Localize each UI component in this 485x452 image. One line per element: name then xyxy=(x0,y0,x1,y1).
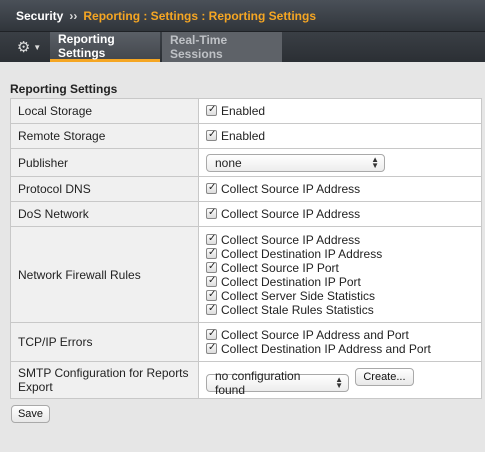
checkbox-label: Collect Destination IP Port xyxy=(221,274,361,289)
protocol-dns-label: Protocol DNS xyxy=(10,176,199,202)
checkbox-label: Collect Source IP Address and Port xyxy=(221,328,409,342)
select-arrows-icon: ▲ ▼ xyxy=(335,375,343,390)
checkbox-label: Collect Server Side Statistics xyxy=(221,288,376,303)
checkbox-label: Collect Source IP Address xyxy=(221,232,361,247)
tcpip-source-checkbox[interactable] xyxy=(206,327,217,341)
settings-table: Local Storage Enabled Remote Storage Ena… xyxy=(10,98,482,399)
checkbox-label: Collect Source IP Address xyxy=(221,182,361,196)
breadcrumb-path: Reporting : Settings : Reporting Setting… xyxy=(83,8,317,23)
smtp-select[interactable]: no configuration found ▲ ▼ xyxy=(206,369,349,397)
tab-real-time-sessions[interactable]: Real-Time Sessions xyxy=(162,32,282,62)
tab-bar: ⚙ ▼ Reporting Settings Real-Time Sessions xyxy=(0,32,485,62)
select-arrows-icon: ▲ ▼ xyxy=(371,154,379,170)
remote-storage-value: Enabled xyxy=(198,123,482,149)
row-remote-storage: Remote Storage Enabled xyxy=(10,123,482,149)
protocol-dns-value: Collect Source IP Address xyxy=(198,176,482,202)
tcpip-dest-checkbox[interactable] xyxy=(206,341,217,355)
row-local-storage: Local Storage Enabled xyxy=(10,98,482,124)
chevron-down-icon: ▼ xyxy=(33,42,42,52)
row-protocol-dns: Protocol DNS Collect Source IP Address xyxy=(10,176,482,202)
local-storage-checkbox[interactable] xyxy=(206,103,217,117)
publisher-value: none ▲ ▼ xyxy=(198,148,482,177)
row-smtp-configuration: SMTP Configuration for Reports Export no… xyxy=(10,361,482,399)
gear-menu-button[interactable]: ⚙ ▼ xyxy=(10,32,48,62)
publisher-label: Publisher xyxy=(10,148,199,177)
checkbox-label: Enabled xyxy=(221,104,266,118)
local-storage-value: Enabled xyxy=(198,98,482,124)
publisher-select-value: none xyxy=(215,155,242,170)
smtp-label-line1: SMTP Configuration for Reports xyxy=(18,366,189,380)
section-title: Reporting Settings xyxy=(10,82,118,96)
smtp-label-line2: Export xyxy=(18,380,53,394)
row-publisher: Publisher none ▲ ▼ xyxy=(10,148,482,177)
checkbox-label: Collect Source IP Address xyxy=(221,207,361,221)
breadcrumb: Security ›› Reporting : Settings : Repor… xyxy=(0,0,485,32)
checkbox-label: Collect Destination IP Address and Port xyxy=(221,342,431,356)
local-storage-label: Local Storage xyxy=(10,98,199,124)
checkbox-label: Enabled xyxy=(221,129,266,143)
publisher-select[interactable]: none ▲ ▼ xyxy=(206,153,385,172)
firewall-stale-rules-checkbox[interactable] xyxy=(206,302,217,316)
dos-network-value: Collect Source IP Address xyxy=(198,201,482,227)
gear-icon: ⚙ xyxy=(16,39,31,56)
firewall-source-ip-checkbox[interactable] xyxy=(206,232,217,246)
firewall-dest-ip-checkbox[interactable] xyxy=(206,246,217,260)
firewall-dest-port-checkbox[interactable] xyxy=(206,274,217,288)
tcpip-errors-label: TCP/IP Errors xyxy=(10,322,199,362)
checkbox-label: Collect Destination IP Address xyxy=(221,246,383,261)
remote-storage-label: Remote Storage xyxy=(10,123,199,149)
tab-reporting-settings[interactable]: Reporting Settings xyxy=(50,32,160,62)
breadcrumb-separator-icon: ›› xyxy=(69,8,78,23)
network-firewall-value: Collect Source IP Address Collect Destin… xyxy=(198,226,482,323)
create-smtp-button[interactable]: Create... xyxy=(355,368,414,386)
breadcrumb-root[interactable]: Security xyxy=(16,9,63,23)
firewall-source-port-checkbox[interactable] xyxy=(206,260,217,274)
save-button[interactable]: Save xyxy=(11,405,50,423)
smtp-value: no configuration found ▲ ▼ Create... xyxy=(198,361,482,399)
smtp-label: SMTP Configuration for Reports Export xyxy=(10,361,199,399)
checkbox-label: Collect Source IP Port xyxy=(221,260,339,275)
row-network-firewall-rules: Network Firewall Rules Collect Source IP… xyxy=(10,226,482,323)
protocol-dns-checkbox[interactable] xyxy=(206,181,217,195)
checkbox-label: Collect Stale Rules Statistics xyxy=(221,302,374,317)
network-firewall-label: Network Firewall Rules xyxy=(10,226,199,323)
dos-network-checkbox[interactable] xyxy=(206,206,217,220)
row-tcpip-errors: TCP/IP Errors Collect Source IP Address … xyxy=(10,322,482,362)
tcpip-errors-value: Collect Source IP Address and Port Colle… xyxy=(198,322,482,362)
remote-storage-checkbox[interactable] xyxy=(206,128,217,142)
dos-network-label: DoS Network xyxy=(10,201,199,227)
firewall-server-stats-checkbox[interactable] xyxy=(206,288,217,302)
row-dos-network: DoS Network Collect Source IP Address xyxy=(10,201,482,227)
smtp-select-value: no configuration found xyxy=(215,369,301,397)
